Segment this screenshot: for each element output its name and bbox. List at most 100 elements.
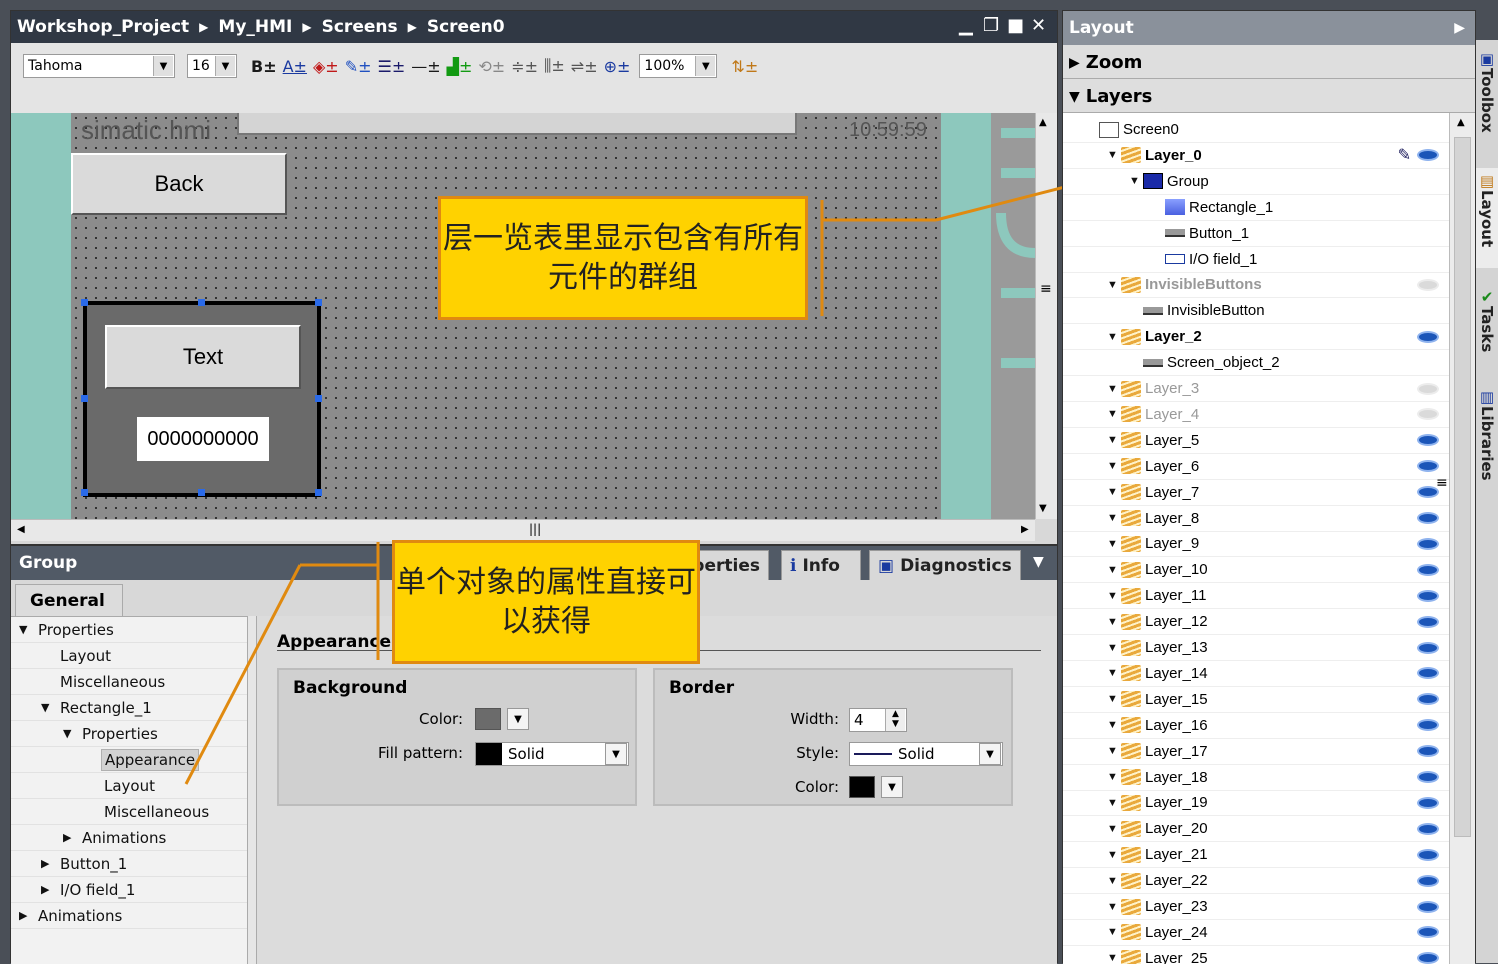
chevron-down-icon[interactable]: ▼ — [1107, 823, 1121, 835]
chevron-down-icon[interactable]: ▼ — [1107, 719, 1121, 731]
visibility-eye-icon[interactable] — [1417, 330, 1439, 343]
layer-row[interactable]: ▼ Layer_5 — [1063, 428, 1449, 454]
toolbox-icon: ▣ — [1478, 50, 1496, 68]
layer-row[interactable]: ▼ Layer_18 — [1063, 765, 1449, 791]
layer-row[interactable]: ▼ Layer_6 — [1063, 454, 1449, 480]
layer-row[interactable]: ▼ Layer_2 — [1063, 324, 1449, 351]
layer-row[interactable]: ▼ Layer_22 — [1063, 868, 1449, 895]
chevron-down-icon[interactable]: ▼ — [1107, 408, 1121, 420]
layer-row[interactable]: ▼ Layer_4 — [1063, 402, 1449, 428]
visibility-eye-icon[interactable] — [1417, 822, 1439, 835]
chevron-down-icon[interactable]: ▼ — [1107, 149, 1121, 161]
visibility-eye-icon[interactable] — [1417, 460, 1439, 473]
layer-row[interactable]: ▼ Layer_24 — [1063, 920, 1449, 946]
chevron-down-icon[interactable]: ▼ — [1107, 875, 1121, 887]
zoom-section[interactable]: ▶ Zoom — [1063, 47, 1475, 79]
visibility-eye-icon[interactable] — [1417, 900, 1439, 913]
scroll-up-icon[interactable]: ▲ — [1457, 117, 1465, 128]
visibility-eye-icon[interactable] — [1417, 149, 1439, 162]
layer-row[interactable]: Screen0 — [1063, 117, 1449, 143]
chevron-down-icon[interactable]: ▼ — [1107, 331, 1121, 343]
layer-row[interactable]: ▼ Layer_3 — [1063, 376, 1449, 402]
visibility-eye-icon[interactable] — [1417, 771, 1439, 783]
chevron-down-icon[interactable]: ▼ — [1107, 383, 1121, 395]
tab-libraries[interactable]: ▥ Libraries — [1476, 384, 1498, 494]
visibility-eye-icon[interactable] — [1417, 926, 1439, 939]
layer-row[interactable]: ▼ Layer_7 — [1063, 480, 1449, 506]
chevron-down-icon[interactable]: ▼ — [1107, 642, 1121, 654]
chevron-down-icon[interactable]: ▼ — [1107, 460, 1121, 472]
chevron-down-icon[interactable]: ▼ — [1107, 745, 1121, 757]
layer-row[interactable]: ▼ Layer_10 — [1063, 557, 1449, 584]
chevron-down-icon[interactable]: ▼ — [1107, 901, 1121, 913]
layer-row[interactable]: Button_1 — [1063, 221, 1449, 247]
visibility-eye-icon[interactable] — [1417, 693, 1439, 706]
tab-layout[interactable]: ▤ Layout — [1476, 168, 1498, 268]
chevron-down-icon[interactable]: ▼ — [1129, 175, 1143, 187]
chevron-down-icon[interactable]: ▼ — [1107, 952, 1121, 964]
scroll-thumb[interactable] — [1454, 137, 1471, 837]
visibility-eye-icon[interactable] — [1417, 667, 1439, 680]
layer-row[interactable]: ▼ Layer_8 — [1063, 506, 1449, 532]
visibility-eye-icon[interactable] — [1417, 641, 1439, 654]
layer-row[interactable]: ▼ Layer_16 — [1063, 713, 1449, 739]
layer-row[interactable]: ▼ Layer_13 — [1063, 635, 1449, 661]
chevron-down-icon[interactable]: ▼ — [1107, 279, 1121, 291]
chevron-down-icon[interactable]: ▼ — [1107, 512, 1121, 524]
chevron-right-icon: ▶ — [1069, 54, 1080, 71]
layer-row[interactable]: ▼ Layer_14 — [1063, 661, 1449, 687]
chevron-down-icon[interactable]: ▼ — [1107, 849, 1121, 861]
visibility-eye-icon[interactable] — [1417, 796, 1439, 809]
chevron-down-icon[interactable]: ▼ — [1107, 538, 1121, 550]
chevron-down-icon[interactable]: ▼ — [1107, 434, 1121, 446]
layer-row[interactable]: ▼ Layer_15 — [1063, 687, 1449, 713]
visibility-eye-icon[interactable] — [1417, 512, 1439, 524]
layer-label: Layer_7 — [1145, 483, 1200, 501]
collapse-pane-icon[interactable]: ▶ — [1454, 20, 1465, 36]
chevron-down-icon[interactable]: ▼ — [1107, 590, 1121, 602]
chevron-down-icon[interactable]: ▼ — [1107, 693, 1121, 705]
layer-row[interactable]: ▼ Layer_25 — [1063, 946, 1449, 964]
visibility-eye-icon[interactable] — [1417, 589, 1439, 602]
chevron-down-icon[interactable]: ▼ — [1107, 616, 1121, 628]
chevron-down-icon[interactable]: ▼ — [1107, 926, 1121, 938]
chevron-down-icon[interactable]: ▼ — [1107, 771, 1121, 783]
layers-scrollbar[interactable]: ▲ ≡ — [1436, 113, 1475, 964]
visibility-eye-icon[interactable] — [1417, 537, 1439, 550]
layer-row[interactable]: ▼ Layer_0 ✎ — [1063, 143, 1449, 169]
visibility-eye-icon[interactable] — [1417, 719, 1439, 732]
layer-row[interactable]: ▼ Layer_17 — [1063, 739, 1449, 765]
layer-row[interactable]: ▼ Layer_19 — [1063, 790, 1449, 817]
visibility-eye-icon[interactable] — [1417, 278, 1439, 291]
visibility-eye-icon[interactable] — [1417, 848, 1439, 861]
chevron-down-icon[interactable]: ▼ — [1107, 486, 1121, 498]
scroll-grip-icon[interactable]: ≡ — [1436, 475, 1448, 491]
chevron-down-icon[interactable]: ▼ — [1107, 667, 1121, 679]
layer-row[interactable]: ▼ Layer_12 — [1063, 609, 1449, 636]
visibility-eye-icon[interactable] — [1417, 952, 1439, 964]
layer-row[interactable]: Screen_object_2 — [1063, 350, 1449, 377]
layer-row[interactable]: ▼ Layer_23 — [1063, 894, 1449, 920]
layer-row[interactable]: I/O field_1 — [1063, 247, 1449, 273]
visibility-eye-icon[interactable] — [1417, 615, 1439, 628]
visibility-eye-icon[interactable] — [1417, 434, 1439, 447]
layer-row[interactable]: ▼ Layer_11 — [1063, 583, 1449, 610]
tab-toolbox[interactable]: ▣ Toolbox — [1476, 46, 1498, 146]
visibility-eye-icon[interactable] — [1417, 382, 1439, 395]
visibility-eye-icon[interactable] — [1417, 874, 1439, 887]
layers-section[interactable]: ▼ Layers — [1063, 81, 1475, 113]
visibility-eye-icon[interactable] — [1417, 745, 1439, 758]
tab-tasks[interactable]: ✔ Tasks — [1476, 284, 1498, 370]
layer-row[interactable]: ▼ Group — [1063, 169, 1449, 195]
chevron-down-icon[interactable]: ▼ — [1107, 564, 1121, 576]
layer-row[interactable]: InvisibleButton — [1063, 298, 1449, 325]
visibility-eye-icon[interactable] — [1417, 563, 1439, 576]
layer-row[interactable]: ▼ Layer_20 — [1063, 816, 1449, 843]
edit-pencil-icon[interactable]: ✎ — [1398, 145, 1411, 165]
layer-row[interactable]: Rectangle_1 — [1063, 195, 1449, 221]
layer-row[interactable]: ▼ Layer_21 — [1063, 842, 1449, 869]
layer-row[interactable]: ▼ InvisibleButtons — [1063, 272, 1449, 299]
chevron-down-icon[interactable]: ▼ — [1107, 797, 1121, 809]
visibility-eye-icon[interactable] — [1417, 408, 1439, 421]
layer-row[interactable]: ▼ Layer_9 — [1063, 531, 1449, 558]
